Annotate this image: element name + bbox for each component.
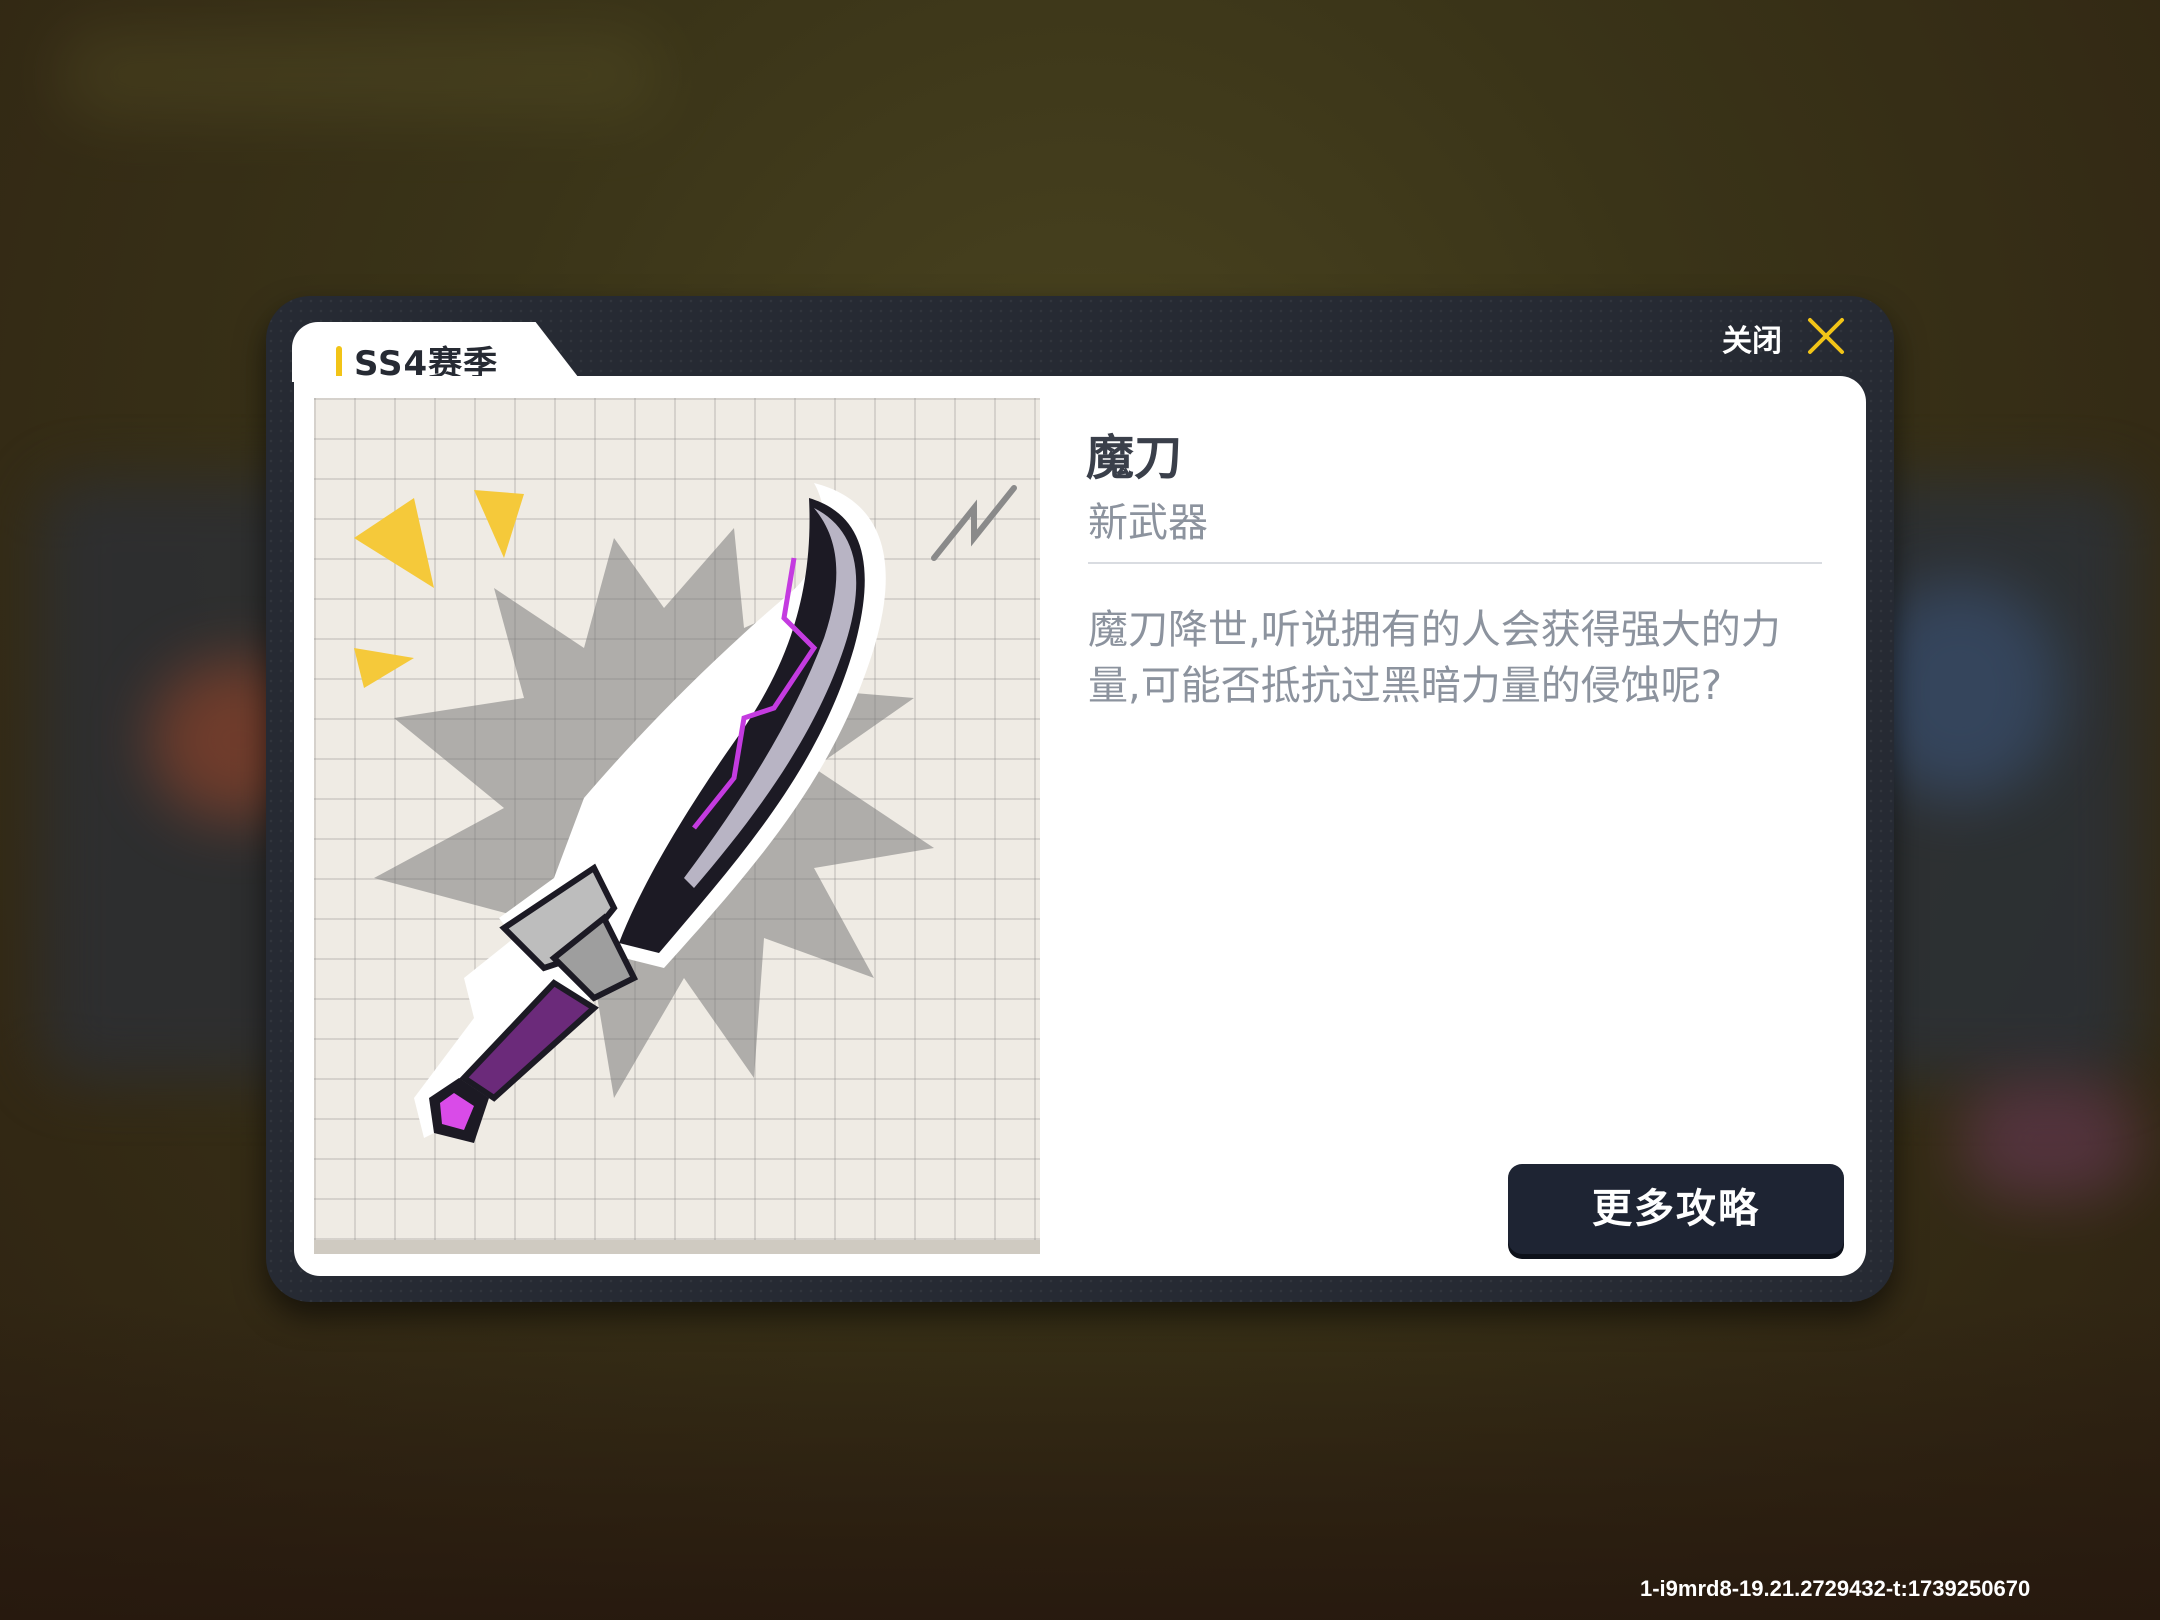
weapon-type: 新武器 — [1088, 500, 1208, 546]
build-id-label: 1-i9mrd8-19.21.2729432-t:1739250670 — [1640, 1576, 2031, 1601]
more-guides-button[interactable]: 更多攻略 — [1508, 1164, 1844, 1254]
close-label[interactable]: 关闭 — [1722, 316, 1782, 360]
art-frame-bottom — [314, 1240, 1040, 1254]
tab-accent-bar — [336, 346, 342, 380]
background-shade — [0, 1300, 2160, 1620]
weapon-description: 魔刀降世,听说拥有的人会获得强大的力量,可能否抵抗过黑暗力量的侵蚀呢? — [1088, 607, 1781, 709]
background-blur — [60, 30, 660, 120]
weapon-name: 魔刀 — [1086, 430, 1183, 486]
background-glow-bottom-right — [1960, 1080, 2140, 1200]
divider — [1088, 562, 1822, 564]
close-x-icon[interactable] — [1806, 316, 1846, 356]
demon-blade-weapon-icon — [314, 398, 1040, 1254]
